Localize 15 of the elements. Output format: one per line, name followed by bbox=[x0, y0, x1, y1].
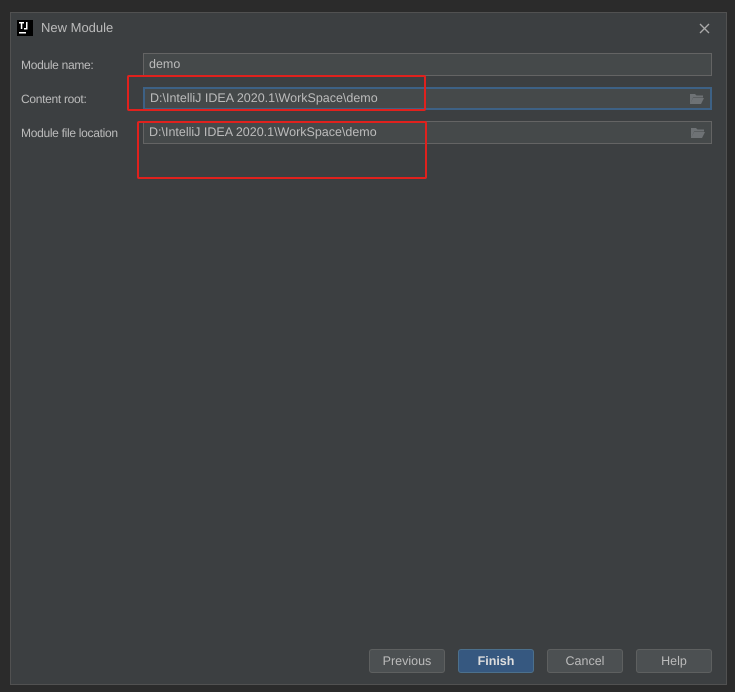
folder-icon[interactable] bbox=[690, 126, 706, 138]
field-label: Module file location bbox=[21, 124, 119, 142]
close-icon[interactable] bbox=[699, 22, 710, 34]
field-label: Content root: bbox=[21, 90, 88, 108]
input-field[interactable]: demo bbox=[143, 53, 712, 76]
folder-icon[interactable] bbox=[689, 92, 705, 104]
field-label: Module name: bbox=[21, 56, 94, 74]
input-field[interactable]: D:\IntelliJ IDEA 2020.1\WorkSpace\demo bbox=[143, 87, 712, 110]
dialog-button[interactable]: Finish bbox=[458, 649, 534, 673]
dialog-button[interactable]: Help bbox=[636, 649, 712, 673]
app-icon bbox=[17, 20, 33, 36]
input-field[interactable]: D:\IntelliJ IDEA 2020.1\WorkSpace\demo bbox=[143, 121, 712, 144]
dialog-button[interactable]: Cancel bbox=[547, 649, 623, 673]
dialog-button[interactable]: Previous bbox=[369, 649, 445, 673]
window-title: New Module bbox=[41, 19, 114, 38]
